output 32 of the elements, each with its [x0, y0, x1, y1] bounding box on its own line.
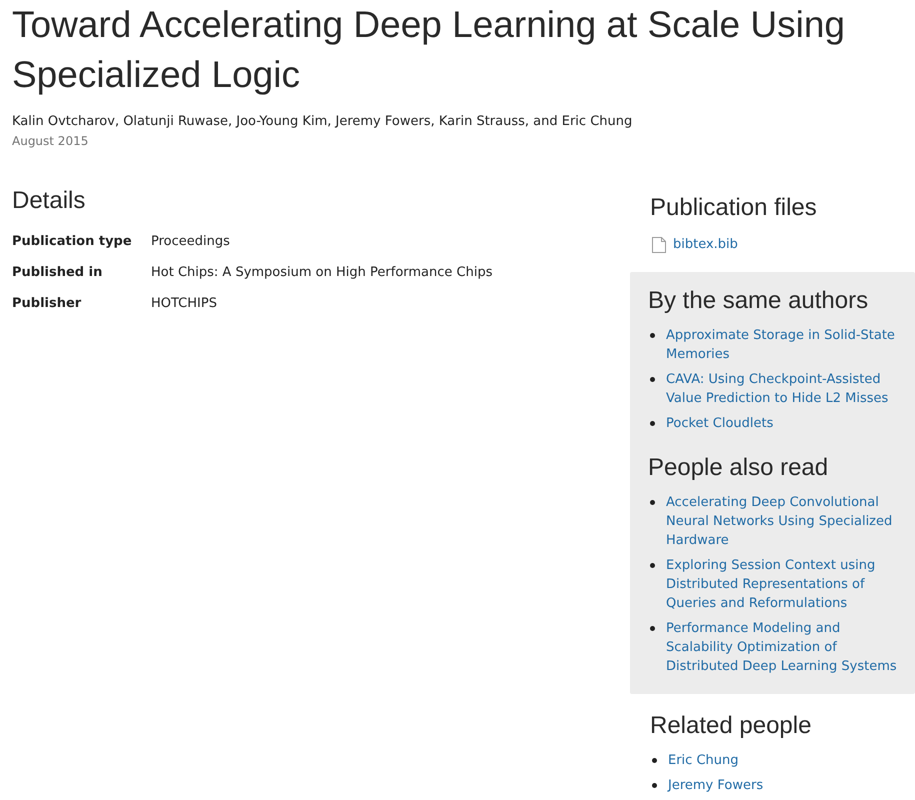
publication-link[interactable]: Approximate Storage in Solid-State Memories	[666, 326, 901, 364]
publication-link[interactable]: Pocket Cloudlets	[666, 414, 774, 433]
page-title: Toward Accelerating Deep Learning at Scale Using Specialized Logic	[12, 3, 846, 97]
section-heading: People also read	[648, 453, 830, 483]
file-link[interactable]: bibtex.bib	[673, 235, 738, 254]
bullet-icon	[650, 563, 655, 568]
publication-link[interactable]: CAVA: Using Checkpoint-Assisted Value Prediction to Hide L2 Misses	[666, 370, 901, 408]
person-link[interactable]: Jeremy Fowers	[668, 776, 764, 795]
publication-link[interactable]: Accelerating Deep Convolutional Neural Networks Using Specialized Hardware	[666, 493, 901, 550]
detail-value: HOTCHIPS	[151, 295, 217, 313]
detail-value: Proceedings	[151, 233, 230, 251]
bullet-icon	[650, 500, 655, 505]
file-icon	[652, 236, 666, 252]
section-heading: Related people	[650, 711, 812, 741]
author-list: Kalin Ovtcharov, Olatunji Ruwase, Joo-Young Kim, Jeremy Fowers, Karin Strauss, and Eric Chung	[12, 112, 915, 131]
section-heading: Details	[12, 186, 86, 216]
section-heading: By the same authors	[648, 286, 870, 316]
publication-link[interactable]: Performance Modeling and Scalability Optimization of Distributed Deep Learning Systems	[666, 619, 901, 676]
detail-label: Published in	[12, 264, 104, 282]
bullet-icon	[650, 333, 655, 338]
person-link[interactable]: Eric Chung	[668, 751, 738, 770]
detail-label: Publication type	[12, 233, 133, 251]
bullet-icon	[652, 758, 657, 763]
detail-value: Hot Chips: A Symposium on High Performance Chips	[151, 264, 492, 282]
publication-date: August 2015	[12, 133, 90, 150]
bullet-icon	[650, 421, 655, 426]
detail-label: Publisher	[12, 295, 82, 313]
bullet-icon	[650, 626, 655, 631]
section-heading: Publication files	[650, 193, 818, 223]
publication-link[interactable]: Exploring Session Context using Distributed Representations of Queries and Reformulations	[666, 556, 901, 613]
bullet-icon	[652, 783, 657, 788]
bullet-icon	[650, 377, 655, 382]
